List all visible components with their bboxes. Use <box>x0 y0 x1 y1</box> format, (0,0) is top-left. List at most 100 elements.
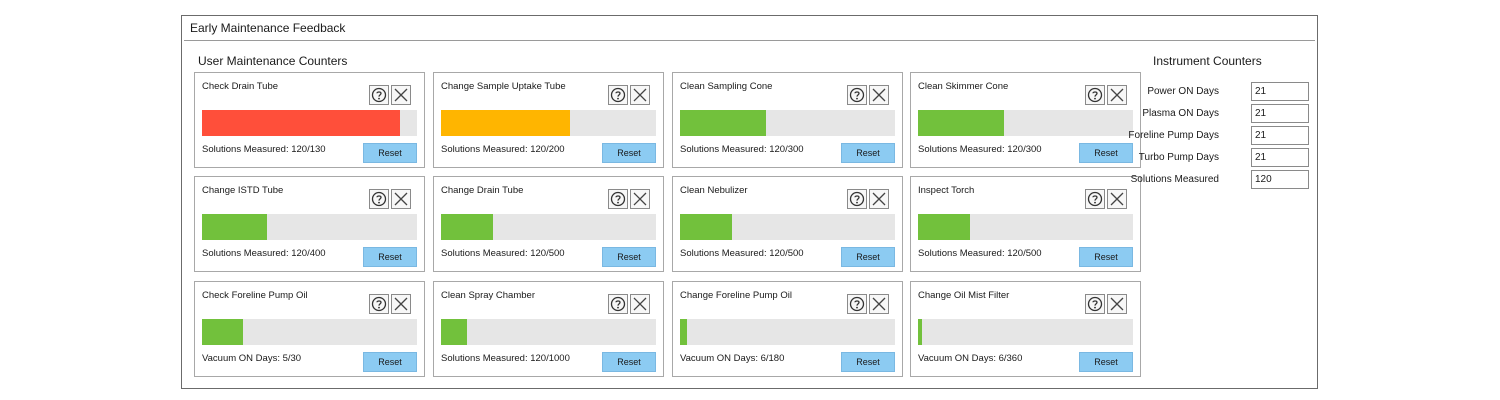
reset-button[interactable]: Reset <box>363 352 417 372</box>
status-text: Solutions Measured: 120/500 <box>441 248 565 259</box>
status-text: Vacuum ON Days: 5/30 <box>202 353 302 364</box>
help-icon[interactable] <box>847 85 867 105</box>
card-title: Clean Skimmer Cone <box>918 81 1009 92</box>
status-text: Solutions Measured: 120/130 <box>202 144 326 155</box>
maintenance-card: Inspect Torch Solutions Measured: 120/50… <box>910 176 1141 272</box>
close-icon[interactable] <box>869 189 889 209</box>
card-title: Check Drain Tube <box>202 81 279 92</box>
status-text: Solutions Measured: 120/200 <box>441 144 565 155</box>
status-text: Solutions Measured: 120/300 <box>680 144 804 155</box>
counter-label: Turbo Pump Days <box>1138 152 1219 163</box>
reset-button[interactable]: Reset <box>602 247 656 267</box>
counter-field[interactable] <box>1251 126 1309 145</box>
reset-button[interactable]: Reset <box>602 143 656 163</box>
card-title: Change Oil Mist Filter <box>918 290 1010 301</box>
help-icon[interactable] <box>369 294 389 314</box>
help-icon[interactable] <box>1085 189 1105 209</box>
title-divider <box>184 40 1315 41</box>
status-text: Solutions Measured: 120/500 <box>680 248 804 259</box>
progress-bar <box>680 319 895 345</box>
help-icon[interactable] <box>369 85 389 105</box>
close-icon[interactable] <box>391 189 411 209</box>
maintenance-card: Check Foreline Pump Oil Vacuum ON Days: … <box>194 281 425 377</box>
progress-bar <box>680 110 895 136</box>
reset-button[interactable]: Reset <box>602 352 656 372</box>
reset-button[interactable]: Reset <box>841 352 895 372</box>
counter-field[interactable] <box>1251 82 1309 101</box>
close-icon[interactable] <box>869 85 889 105</box>
close-icon[interactable] <box>869 294 889 314</box>
reset-button[interactable]: Reset <box>1079 352 1133 372</box>
card-title: Change Foreline Pump Oil <box>680 290 792 301</box>
counter-row: Plasma ON Days <box>1142 104 1313 126</box>
help-icon[interactable] <box>608 294 628 314</box>
counter-row: Power ON Days <box>1147 82 1313 104</box>
progress-fill <box>441 214 493 240</box>
maintenance-card: Change Drain Tube Solutions Measured: 12… <box>433 176 664 272</box>
counter-field[interactable] <box>1251 148 1309 167</box>
reset-button[interactable]: Reset <box>1079 143 1133 163</box>
help-icon[interactable] <box>608 189 628 209</box>
reset-button[interactable]: Reset <box>841 247 895 267</box>
reset-button[interactable]: Reset <box>841 143 895 163</box>
close-icon[interactable] <box>630 85 650 105</box>
status-text: Vacuum ON Days: 6/360 <box>918 353 1023 364</box>
counter-label: Power ON Days <box>1147 86 1219 97</box>
counter-label: Plasma ON Days <box>1142 108 1219 119</box>
progress-fill <box>918 110 1004 136</box>
progress-bar <box>918 214 1133 240</box>
maintenance-card: Clean Spray Chamber Solutions Measured: … <box>433 281 664 377</box>
maintenance-card: Change ISTD Tube Solutions Measured: 120… <box>194 176 425 272</box>
counter-field[interactable] <box>1251 170 1309 189</box>
close-icon[interactable] <box>391 294 411 314</box>
progress-fill <box>441 110 570 136</box>
status-text: Solutions Measured: 120/400 <box>202 248 326 259</box>
maintenance-card: Clean Sampling Cone Solutions Measured: … <box>672 72 903 168</box>
card-title: Check Foreline Pump Oil <box>202 290 308 301</box>
reset-button[interactable]: Reset <box>363 143 417 163</box>
progress-fill <box>918 214 970 240</box>
maintenance-card: Clean Nebulizer Solutions Measured: 120/… <box>672 176 903 272</box>
help-icon[interactable] <box>847 189 867 209</box>
help-icon[interactable] <box>847 294 867 314</box>
close-icon[interactable] <box>1107 85 1127 105</box>
card-title: Change Drain Tube <box>441 185 524 196</box>
help-icon[interactable] <box>1085 85 1105 105</box>
card-title: Change Sample Uptake Tube <box>441 81 566 92</box>
reset-button[interactable]: Reset <box>363 247 417 267</box>
progress-fill <box>680 110 766 136</box>
progress-fill <box>918 319 922 345</box>
progress-fill <box>202 319 243 345</box>
card-title: Inspect Torch <box>918 185 975 196</box>
maintenance-card: Clean Skimmer Cone Solutions Measured: 1… <box>910 72 1141 168</box>
maintenance-card: Change Oil Mist Filter Vacuum ON Days: 6… <box>910 281 1141 377</box>
reset-button[interactable]: Reset <box>1079 247 1133 267</box>
help-icon[interactable] <box>608 85 628 105</box>
close-icon[interactable] <box>391 85 411 105</box>
help-icon[interactable] <box>369 189 389 209</box>
progress-bar <box>680 214 895 240</box>
progress-bar <box>441 214 656 240</box>
maintenance-feedback-window: Early Maintenance Feedback User Maintena… <box>181 15 1318 389</box>
counter-field[interactable] <box>1251 104 1309 123</box>
progress-bar <box>918 110 1133 136</box>
progress-fill <box>680 214 732 240</box>
progress-bar <box>918 319 1133 345</box>
progress-bar <box>441 110 656 136</box>
close-icon[interactable] <box>630 294 650 314</box>
status-text: Solutions Measured: 120/1000 <box>441 353 570 364</box>
close-icon[interactable] <box>1107 189 1127 209</box>
status-text: Solutions Measured: 120/500 <box>918 248 1042 259</box>
card-title: Clean Spray Chamber <box>441 290 535 301</box>
progress-bar <box>441 319 656 345</box>
card-title: Change ISTD Tube <box>202 185 284 196</box>
help-icon[interactable] <box>1085 294 1105 314</box>
progress-bar <box>202 110 417 136</box>
maintenance-card: Change Sample Uptake Tube Solutions Meas… <box>433 72 664 168</box>
close-icon[interactable] <box>630 189 650 209</box>
card-title: Clean Nebulizer <box>680 185 748 196</box>
progress-fill <box>441 319 467 345</box>
close-icon[interactable] <box>1107 294 1127 314</box>
counter-label: Foreline Pump Days <box>1128 130 1219 141</box>
user-counters-heading: User Maintenance Counters <box>198 54 348 68</box>
